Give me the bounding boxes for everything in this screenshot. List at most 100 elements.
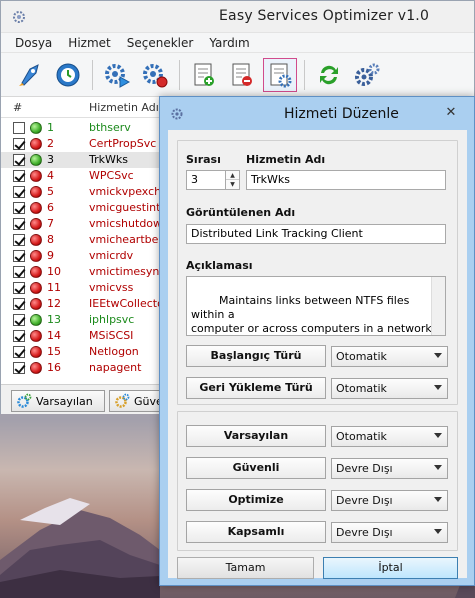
settings-button[interactable] xyxy=(350,58,384,92)
description-textarea[interactable]: Maintains links between NTFS files withi… xyxy=(186,276,446,336)
order-input[interactable]: 3 xyxy=(186,170,226,190)
startup-type-value: Otomatik xyxy=(336,350,387,363)
stop-service-button[interactable] xyxy=(138,58,172,92)
title-bar: Easy Services Optimizer v1.0 xyxy=(1,1,474,33)
status-red-icon xyxy=(30,138,42,150)
full-profile-select[interactable]: Devre Dışı xyxy=(331,522,448,543)
startup-type-label: Başlangıç Türü xyxy=(186,345,326,367)
status-green-icon xyxy=(30,154,42,166)
status-green-icon xyxy=(30,314,42,326)
optimize-profile-select[interactable]: Devre Dışı xyxy=(331,490,448,511)
spin-down-icon[interactable]: ▼ xyxy=(226,180,239,189)
service-info-group: Sırası 3 ▲ ▼ Hizmetin Adı TrkWks Görüntü… xyxy=(177,140,458,405)
ok-button[interactable]: Tamam xyxy=(177,557,314,579)
column-number[interactable]: # xyxy=(13,101,22,114)
row-service-name: MSiSCSI xyxy=(89,329,134,342)
row-checkbox[interactable] xyxy=(13,330,25,342)
row-service-name: Netlogon xyxy=(89,345,139,358)
refresh-icon xyxy=(320,65,338,84)
app-gear-icon xyxy=(171,108,183,120)
default-profile-select[interactable]: Otomatik xyxy=(331,426,448,447)
row-number: 3 xyxy=(47,153,54,166)
dialog-title: Hizmeti Düzenle xyxy=(284,106,399,122)
remove-service-button[interactable] xyxy=(225,58,259,92)
row-number: 15 xyxy=(47,345,61,358)
toolbar-separator xyxy=(92,59,93,90)
spin-up-icon[interactable]: ▲ xyxy=(226,171,239,180)
service-name-input[interactable]: TrkWks xyxy=(246,170,446,190)
row-checkbox[interactable] xyxy=(13,298,25,310)
row-checkbox[interactable] xyxy=(13,170,25,182)
row-service-name: CertPropSvc xyxy=(89,137,157,150)
refresh-button[interactable] xyxy=(312,58,346,92)
row-checkbox[interactable] xyxy=(13,122,25,134)
display-name-label: Görüntülenen Adı xyxy=(186,206,296,219)
chevron-down-icon xyxy=(434,529,442,534)
status-red-icon xyxy=(30,298,42,310)
row-checkbox[interactable] xyxy=(13,186,25,198)
status-red-icon xyxy=(30,346,42,358)
power-clock-button[interactable] xyxy=(51,58,85,92)
row-checkbox[interactable] xyxy=(13,154,25,166)
display-name-input[interactable]: Distributed Link Tracking Client xyxy=(186,224,446,244)
description-scrollbar[interactable] xyxy=(431,277,445,335)
app-gear-icon xyxy=(13,11,25,23)
startup-type-select[interactable]: Otomatik xyxy=(331,346,448,367)
cancel-button[interactable]: İptal xyxy=(323,557,458,579)
row-checkbox[interactable] xyxy=(13,346,25,358)
gear-play-icon xyxy=(105,63,131,88)
full-profile-value: Devre Dışı xyxy=(336,526,393,539)
add-service-button[interactable] xyxy=(187,58,221,92)
menu-bar: Dosya Hizmet Seçenekler Yardım xyxy=(1,33,474,53)
row-service-name: vmicrdv xyxy=(89,249,134,262)
row-number: 13 xyxy=(47,313,61,326)
row-checkbox[interactable] xyxy=(13,218,25,230)
menu-help[interactable]: Yardım xyxy=(201,36,257,50)
row-checkbox[interactable] xyxy=(13,282,25,294)
column-service-name[interactable]: Hizmetin Adı xyxy=(89,101,159,114)
order-stepper[interactable]: ▲ ▼ xyxy=(226,170,240,190)
row-number: 7 xyxy=(47,217,54,230)
menu-service[interactable]: Hizmet xyxy=(60,36,118,50)
clock-power-icon xyxy=(56,63,80,86)
row-number: 6 xyxy=(47,201,54,214)
row-service-name: vmicshutdown xyxy=(89,217,169,230)
row-number: 2 xyxy=(47,137,54,150)
rocket-button[interactable] xyxy=(13,58,47,92)
status-red-icon xyxy=(30,186,42,198)
row-checkbox[interactable] xyxy=(13,138,25,150)
description-text: Maintains links between NTFS files withi… xyxy=(191,294,436,335)
status-red-icon xyxy=(30,218,42,230)
safe-profile-value: Devre Dışı xyxy=(336,462,393,475)
order-label: Sırası xyxy=(186,153,221,166)
chevron-down-icon xyxy=(434,497,442,502)
tab-default[interactable]: Varsayılan xyxy=(11,390,105,412)
document-settings-icon xyxy=(270,63,292,87)
restore-type-select[interactable]: Otomatik xyxy=(331,378,448,399)
gear-icon xyxy=(17,393,32,408)
profile-types-group: Varsayılan Otomatik Güvenli Devre Dışı O… xyxy=(177,411,458,551)
row-number: 1 xyxy=(47,121,54,134)
row-checkbox[interactable] xyxy=(13,266,25,278)
menu-file[interactable]: Dosya xyxy=(7,36,60,50)
dialog-body: Sırası 3 ▲ ▼ Hizmetin Adı TrkWks Görüntü… xyxy=(168,130,467,579)
edit-service-button[interactable] xyxy=(263,57,297,92)
row-checkbox[interactable] xyxy=(13,314,25,326)
close-button[interactable]: ✕ xyxy=(442,105,460,121)
default-profile-label: Varsayılan xyxy=(186,425,326,447)
rocket-icon xyxy=(19,63,39,86)
row-checkbox[interactable] xyxy=(13,202,25,214)
row-checkbox[interactable] xyxy=(13,362,25,374)
toolbar-separator xyxy=(304,59,305,90)
row-checkbox[interactable] xyxy=(13,250,25,262)
chevron-down-icon xyxy=(434,433,442,438)
document-remove-icon xyxy=(232,63,252,86)
menu-options[interactable]: Seçenekler xyxy=(119,36,202,50)
row-checkbox[interactable] xyxy=(13,234,25,246)
status-red-icon xyxy=(30,282,42,294)
status-red-icon xyxy=(30,330,42,342)
status-red-icon xyxy=(30,362,42,374)
safe-profile-select[interactable]: Devre Dışı xyxy=(331,458,448,479)
row-number: 10 xyxy=(47,265,61,278)
start-service-button[interactable] xyxy=(100,58,134,92)
